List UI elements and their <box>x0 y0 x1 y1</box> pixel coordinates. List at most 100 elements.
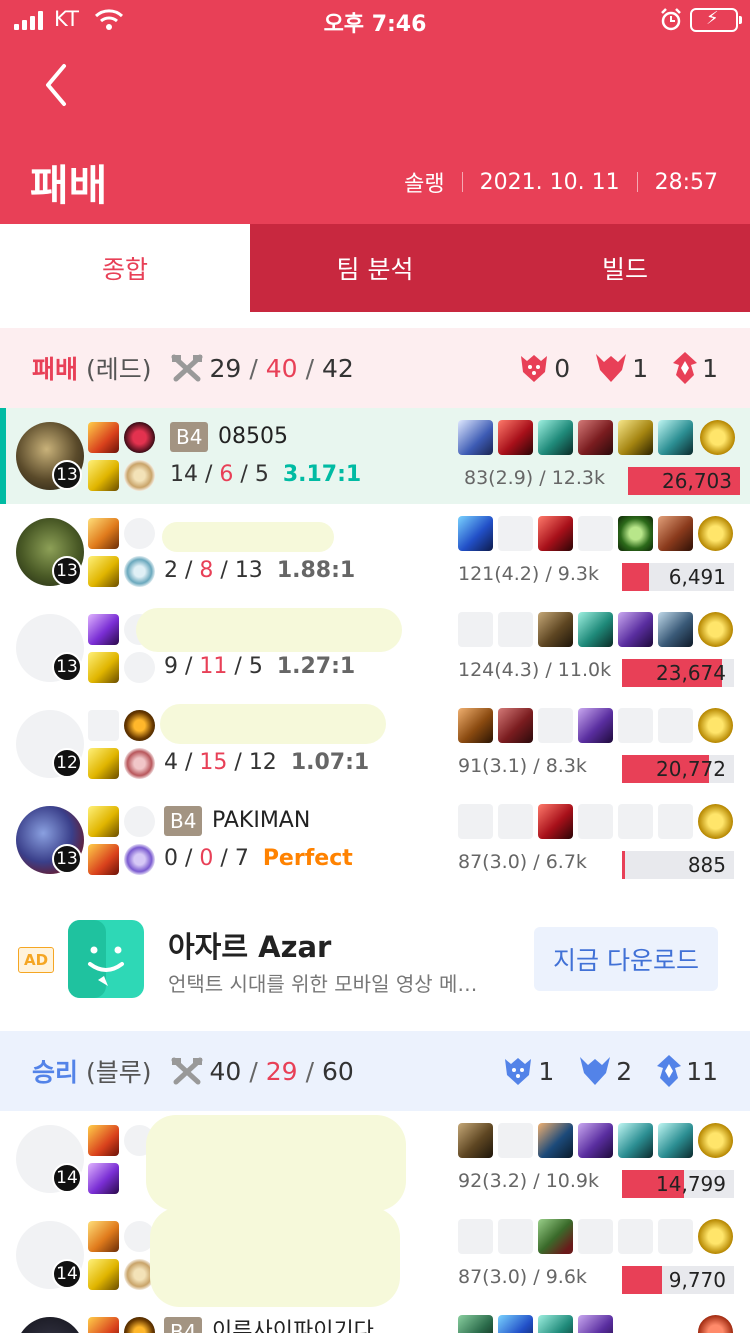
item-icon[interactable] <box>458 708 493 743</box>
ignite-spell-icon[interactable] <box>88 844 119 875</box>
empty-item-slot <box>458 612 493 647</box>
teleport-spell-icon[interactable] <box>88 1221 119 1252</box>
dragon-icon <box>596 354 627 382</box>
item-icon[interactable] <box>538 1219 573 1254</box>
team-header-blue: 승리 (블루) 40 / 29 / 60 1 2 11 <box>0 1031 750 1111</box>
flash-spell-icon[interactable] <box>88 806 119 837</box>
dragon-icon <box>580 1057 611 1085</box>
empty-item-slot <box>498 516 533 551</box>
flash-spell-icon[interactable] <box>88 748 119 779</box>
ignite-spell-icon[interactable] <box>88 1125 119 1156</box>
deaths: 8 <box>199 558 214 583</box>
item-icon[interactable] <box>658 516 693 551</box>
flash-spell-icon[interactable] <box>88 460 119 491</box>
player-row[interactable]: 12 4 / 15 / 12 1.07:1 91(3.1) / 8.3k 20,7… <box>0 696 750 792</box>
ward-trinket-icon[interactable] <box>698 804 733 839</box>
item-icon[interactable] <box>498 1315 533 1333</box>
item-icon[interactable] <box>618 420 653 455</box>
player-row[interactable]: 13 2 / 8 / 13 1.88:1 121(4.2) / 9.3k 6,49… <box>0 504 750 600</box>
azar-app-icon[interactable] <box>68 920 144 998</box>
item-icon[interactable] <box>578 1123 613 1158</box>
player-kda: 2 / 8 / 13 1.88:1 <box>164 558 356 583</box>
team-assists: 42 <box>322 353 354 383</box>
summoner-spell-icon[interactable] <box>88 710 119 741</box>
tower-icon <box>673 352 698 384</box>
player-row[interactable]: 13 B4 08505 14 / 6 / 5 3.17:1 83(2.9) / 1… <box>0 408 750 504</box>
player-row[interactable]: 14 B 87(3.0) / 9.6k 9,770 <box>0 1207 750 1307</box>
ad-banner[interactable]: AD 아자르 Azar 언택트 시대를 위한 모바일 영상 메… 지금 다운로드 <box>0 900 750 1010</box>
summoner-name[interactable]: 이루사이파이기다 <box>212 1317 374 1333</box>
ignite-spell-icon[interactable] <box>88 1317 119 1333</box>
item-icon[interactable] <box>618 612 653 647</box>
secondary-rune-icon[interactable] <box>124 556 155 587</box>
exhaust-spell-icon[interactable] <box>88 1163 119 1194</box>
ward-trinket-icon[interactable] <box>698 612 733 647</box>
item-icon[interactable] <box>578 1315 613 1333</box>
item-icon[interactable] <box>458 516 493 551</box>
player-row[interactable]: B4 이루사이파이기다 <box>0 1303 750 1333</box>
flash-spell-icon[interactable] <box>88 556 119 587</box>
item-icon[interactable] <box>618 516 653 551</box>
item-icon[interactable] <box>538 420 573 455</box>
kills: 0 <box>164 846 178 871</box>
tab-build[interactable]: 빌드 <box>500 224 750 312</box>
flash-spell-icon[interactable] <box>88 652 119 683</box>
team-side: (블루) <box>86 1058 152 1087</box>
item-icon[interactable] <box>498 708 533 743</box>
objectives: 0 1 1 <box>502 351 718 385</box>
tab-overview[interactable]: 종합 <box>0 224 250 312</box>
tab-team-analysis[interactable]: 팀 분석 <box>250 224 500 312</box>
ad-title: 아자르 Azar <box>168 930 332 964</box>
ad-download-button[interactable]: 지금 다운로드 <box>534 927 718 991</box>
keystone-rune-icon[interactable] <box>124 422 155 453</box>
ward-trinket-icon[interactable] <box>698 1123 733 1158</box>
champion-portrait[interactable] <box>16 1317 84 1333</box>
item-icon[interactable] <box>538 804 573 839</box>
clock: 오후 7:46 <box>323 12 427 37</box>
item-icon[interactable] <box>538 1315 573 1333</box>
player-row[interactable]: 13 9 / 11 / 5 1.27:1 124(4.3) / 11.0k 23,… <box>0 600 750 696</box>
player-row[interactable]: 13 B4 PAKIMAN 0 / 0 / 7 Perfect 87(3.0) /… <box>0 792 750 888</box>
keystone-rune-icon[interactable] <box>124 710 155 741</box>
kda-ratio: 1.27:1 <box>276 654 356 679</box>
keystone-rune-icon[interactable] <box>124 1317 155 1333</box>
back-button[interactable] <box>38 60 78 110</box>
item-icon[interactable] <box>458 1123 493 1158</box>
item-icon[interactable] <box>498 420 533 455</box>
item-icon[interactable] <box>578 612 613 647</box>
empty-item-slot <box>618 1219 653 1254</box>
ward-trinket-icon[interactable] <box>698 1315 733 1333</box>
ignite-spell-icon[interactable] <box>88 422 119 453</box>
item-icon[interactable] <box>538 1123 573 1158</box>
summoner-name[interactable]: 08505 <box>218 422 288 452</box>
secondary-rune-icon[interactable] <box>124 652 155 683</box>
summoner-name[interactable]: PAKIMAN <box>212 806 310 836</box>
ward-trinket-icon[interactable] <box>698 516 733 551</box>
ward-trinket-icon[interactable] <box>698 1219 733 1254</box>
item-icon[interactable] <box>658 1123 693 1158</box>
ward-trinket-icon[interactable] <box>698 708 733 743</box>
keystone-rune-icon[interactable] <box>124 518 155 549</box>
exhaust-spell-icon[interactable] <box>88 614 119 645</box>
item-icon[interactable] <box>458 420 493 455</box>
champion-level: 13 <box>52 844 82 874</box>
secondary-rune-icon[interactable] <box>124 844 155 875</box>
flash-spell-icon[interactable] <box>88 1259 119 1290</box>
player-row[interactable]: 14 92(3.2) / 10.9k 14,799 <box>0 1111 750 1211</box>
item-icon[interactable] <box>658 420 693 455</box>
item-icon[interactable] <box>538 612 573 647</box>
empty-item-slot <box>618 804 653 839</box>
keystone-rune-icon[interactable] <box>124 806 155 837</box>
ward-trinket-icon[interactable] <box>700 420 735 455</box>
secondary-rune-icon[interactable] <box>124 748 155 779</box>
item-icon[interactable] <box>578 420 613 455</box>
item-icon[interactable] <box>578 708 613 743</box>
secondary-rune-icon[interactable] <box>124 460 155 491</box>
teleport-spell-icon[interactable] <box>88 518 119 549</box>
dragon-count: 1 <box>632 353 649 383</box>
item-icon[interactable] <box>538 516 573 551</box>
empty-item-slot <box>578 1219 613 1254</box>
item-icon[interactable] <box>618 1123 653 1158</box>
item-icon[interactable] <box>658 612 693 647</box>
item-icon[interactable] <box>458 1315 493 1333</box>
